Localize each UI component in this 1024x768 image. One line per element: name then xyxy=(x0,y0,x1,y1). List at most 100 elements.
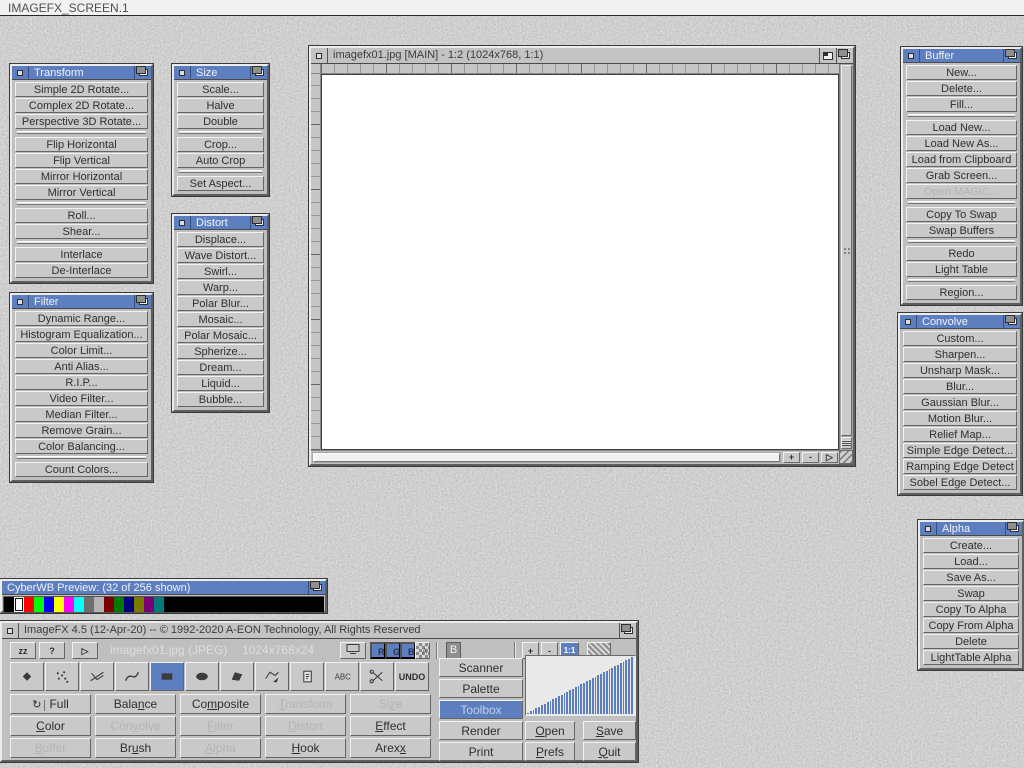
btn-median-filter[interactable]: Median Filter... xyxy=(15,407,148,422)
image-canvas[interactable] xyxy=(321,74,839,450)
open-button[interactable]: Open xyxy=(525,721,575,740)
scissors-tool-button[interactable] xyxy=(360,662,394,691)
zoom-out-button[interactable]: - xyxy=(802,452,819,463)
palette-swatch[interactable] xyxy=(254,597,264,612)
btn-warp[interactable]: Warp... xyxy=(177,280,264,295)
depth-icon[interactable] xyxy=(836,48,853,63)
palette-swatch[interactable] xyxy=(224,597,234,612)
btn-r-i-p[interactable]: R.I.P... xyxy=(15,375,148,390)
btn-redo[interactable]: Redo xyxy=(906,246,1017,261)
btn-wave-distort[interactable]: Wave Distort... xyxy=(177,248,264,263)
help-button[interactable]: ? xyxy=(39,642,65,659)
btn-motion-blur[interactable]: Motion Blur... xyxy=(903,411,1017,426)
btn-load[interactable]: Load... xyxy=(923,554,1019,569)
close-icon[interactable] xyxy=(311,48,328,63)
zoom-in-button[interactable]: + xyxy=(783,452,800,463)
full-button[interactable]: ↻Full xyxy=(10,694,91,714)
palette-window-title-bar[interactable]: CyberWB Preview: (32 of 256 shown) xyxy=(2,581,325,595)
btn-open-magic[interactable]: Open MAGIC... xyxy=(906,184,1017,199)
btn-flip-horizontal[interactable]: Flip Horizontal xyxy=(15,137,148,152)
palette-swatch[interactable] xyxy=(34,597,44,612)
btn-complex-2d-rotate[interactable]: Complex 2D Rotate... xyxy=(15,98,148,113)
horizontal-scroll-thumb[interactable] xyxy=(313,453,780,462)
convolve-title-bar[interactable]: Convolve xyxy=(900,315,1020,329)
polygon-tool-button[interactable] xyxy=(220,662,254,691)
btn-mirror-horizontal[interactable]: Mirror Horizontal xyxy=(15,169,148,184)
btn-halve[interactable]: Halve xyxy=(177,98,264,113)
brush-button[interactable]: Brush xyxy=(95,738,176,758)
alpha-channel-button[interactable]: A xyxy=(415,642,430,659)
btn-color-limit[interactable]: Color Limit... xyxy=(15,343,148,358)
btn-anti-alias[interactable]: Anti Alias... xyxy=(15,359,148,374)
transform-title-bar[interactable]: Transform xyxy=(12,66,151,80)
btn-roll[interactable]: Roll... xyxy=(15,208,148,223)
btn-double[interactable]: Double xyxy=(177,114,264,129)
palette-swatch[interactable] xyxy=(244,597,254,612)
btn-blur[interactable]: Blur... xyxy=(903,379,1017,394)
btn-displace[interactable]: Displace... xyxy=(177,232,264,247)
depth-icon[interactable] xyxy=(1005,522,1022,535)
palette-swatch[interactable] xyxy=(94,597,104,612)
btn-light-table[interactable]: Light Table xyxy=(906,262,1017,277)
vertical-scroll-thumb[interactable] xyxy=(841,65,852,436)
ruler-toggle-button[interactable] xyxy=(841,437,852,449)
toolbox-button[interactable]: Toolbox xyxy=(439,700,523,719)
close-icon[interactable] xyxy=(174,66,191,79)
green-channel-button[interactable]: G xyxy=(385,642,401,659)
btn-mirror-vertical[interactable]: Mirror Vertical xyxy=(15,185,148,200)
btn-copy-to-alpha[interactable]: Copy To Alpha xyxy=(923,602,1019,617)
palette-swatch[interactable] xyxy=(234,597,244,612)
btn-shear[interactable]: Shear... xyxy=(15,224,148,239)
btn-dynamic-range[interactable]: Dynamic Range... xyxy=(15,311,148,326)
btn-load-new[interactable]: Load New... xyxy=(906,120,1017,135)
composite-button[interactable]: Composite xyxy=(180,694,261,714)
palette-swatch[interactable] xyxy=(294,597,304,612)
btn-copy-to-swap[interactable]: Copy To Swap xyxy=(906,207,1017,222)
btn-sobel-edge-detect[interactable]: Sobel Edge Detect... xyxy=(903,475,1017,490)
text-tool-button[interactable]: ABC xyxy=(325,662,359,691)
close-icon[interactable] xyxy=(920,522,937,535)
btn-video-filter[interactable]: Video Filter... xyxy=(15,391,148,406)
btn-save-as[interactable]: Save As... xyxy=(923,570,1019,585)
palette-swatch[interactable] xyxy=(24,597,34,612)
depth-icon[interactable] xyxy=(308,581,325,594)
palette-swatch[interactable] xyxy=(114,597,124,612)
vertical-scrollbar[interactable] xyxy=(839,64,853,450)
palette-swatch[interactable] xyxy=(4,597,14,612)
print-button[interactable]: Print xyxy=(439,742,523,761)
close-icon[interactable] xyxy=(12,66,29,79)
depth-icon[interactable] xyxy=(250,216,267,229)
btn-spherize[interactable]: Spherize... xyxy=(177,344,264,359)
point-tool-button[interactable] xyxy=(10,662,44,691)
effect-button[interactable]: Effect xyxy=(350,716,431,736)
btn-perspective-3d-rotate[interactable]: Perspective 3D Rotate... xyxy=(15,114,148,129)
distort-title-bar[interactable]: Distort xyxy=(174,216,267,230)
screen-mode-button[interactable] xyxy=(340,642,366,659)
close-icon[interactable] xyxy=(174,216,191,229)
btn-ramping-edge-detect[interactable]: Ramping Edge Detect xyxy=(903,459,1017,474)
btn-bubble[interactable]: Bubble... xyxy=(177,392,264,407)
palette-swatch[interactable] xyxy=(14,597,24,612)
depth-icon[interactable] xyxy=(619,623,636,638)
palette-swatch[interactable] xyxy=(194,597,204,612)
palette-swatch[interactable] xyxy=(64,597,74,612)
palette-swatch[interactable] xyxy=(144,597,154,612)
palette-swatch[interactable] xyxy=(44,597,54,612)
btn-sharpen[interactable]: Sharpen... xyxy=(903,347,1017,362)
btn-polar-blur[interactable]: Polar Blur... xyxy=(177,296,264,311)
btn-delete[interactable]: Delete xyxy=(923,634,1019,649)
line-tool-button[interactable] xyxy=(80,662,114,691)
box-tool-button[interactable] xyxy=(150,662,184,691)
close-icon[interactable] xyxy=(2,623,19,638)
screen-title-bar[interactable]: IMAGEFX_SCREEN.1 xyxy=(0,0,1024,16)
btn-grab-screen[interactable]: Grab Screen... xyxy=(906,168,1017,183)
btn-color-balancing[interactable]: Color Balancing... xyxy=(15,439,148,454)
depth-icon[interactable] xyxy=(1003,315,1020,328)
btn-swirl[interactable]: Swirl... xyxy=(177,264,264,279)
blue-channel-button[interactable]: B xyxy=(400,642,416,659)
palette-swatch[interactable] xyxy=(174,597,184,612)
palette-swatch[interactable] xyxy=(154,597,164,612)
palette-swatch[interactable] xyxy=(314,597,324,612)
palette-swatch[interactable] xyxy=(134,597,144,612)
btn-swap[interactable]: Swap xyxy=(923,586,1019,601)
